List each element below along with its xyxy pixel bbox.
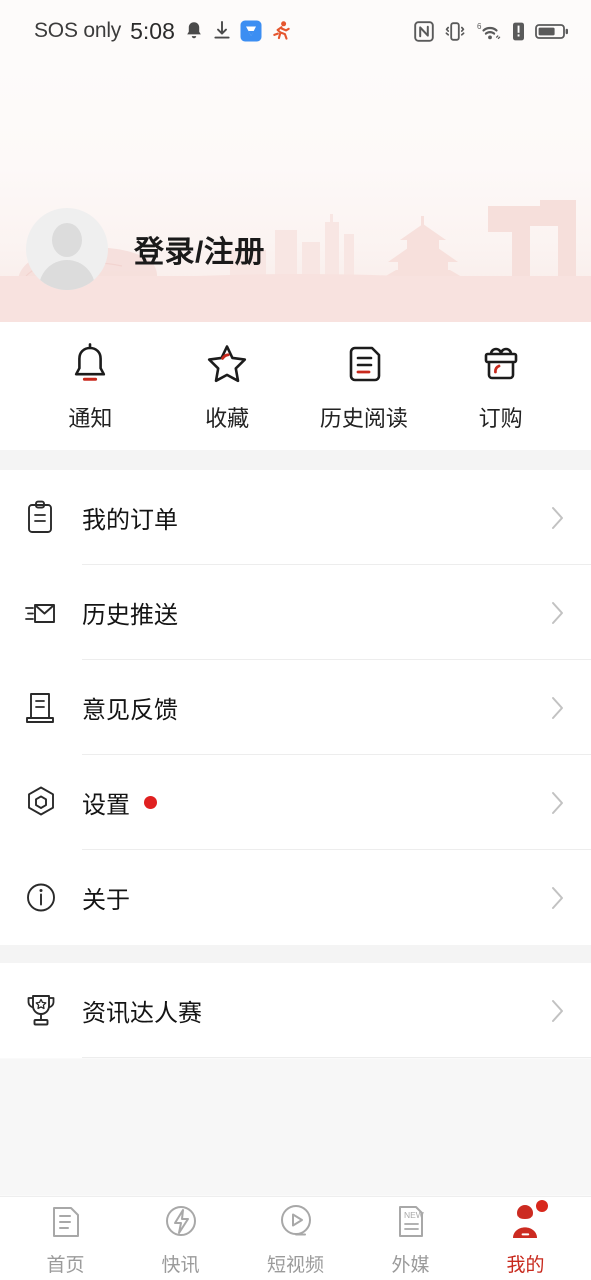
- menu-item-push-history[interactable]: 历史推送: [0, 565, 591, 660]
- flash-circle-icon: [162, 1201, 200, 1243]
- section-gap-1: [0, 450, 591, 470]
- quick-actions-bar: 通知 收藏 历史阅读 订购: [0, 322, 591, 450]
- tab-home[interactable]: 首页: [14, 1201, 118, 1277]
- app-badge-icon: [240, 20, 262, 42]
- quick-action-subscription[interactable]: 订购: [441, 340, 561, 433]
- signal-alert-icon: [513, 22, 524, 40]
- running-icon: [273, 21, 290, 40]
- home-document-icon: [48, 1201, 84, 1243]
- menu-item-label: 历史推送: [82, 602, 178, 629]
- menu-item-label: 意见反馈: [82, 697, 178, 724]
- chevron-right-icon: [547, 885, 569, 911]
- svg-text:NEW: NEW: [404, 1210, 424, 1220]
- page-empty-area: [0, 1059, 591, 1195]
- status-bar: SOS only 5:08 6: [0, 0, 591, 62]
- tab-foreign-media[interactable]: NEW 外媒: [359, 1201, 463, 1277]
- bell-icon: [67, 340, 113, 388]
- settings-badge-dot: [144, 796, 157, 809]
- menu-item-settings[interactable]: 设置: [0, 755, 591, 850]
- info-circle-icon: [24, 880, 82, 916]
- tab-label: 外媒: [391, 1254, 430, 1276]
- feedback-document-icon: [24, 690, 82, 726]
- wifi6-icon: 6: [477, 22, 501, 39]
- login-register-label: 登录/注册: [134, 236, 265, 269]
- battery-icon: [535, 23, 568, 39]
- vibrate-icon: [445, 21, 465, 41]
- quick-action-label: 订购: [478, 405, 523, 431]
- status-bar-left: SOS only 5:08: [34, 18, 291, 45]
- play-circle-icon: [277, 1201, 315, 1243]
- menu-item-label: 我的订单: [82, 507, 178, 534]
- default-avatar-icon[interactable]: [26, 208, 108, 290]
- quick-action-favorites[interactable]: 收藏: [167, 340, 287, 433]
- section-gap-2: [0, 945, 591, 963]
- tab-label: 我的: [506, 1254, 545, 1276]
- chevron-right-icon: [547, 998, 569, 1024]
- chevron-right-icon: [547, 505, 569, 531]
- tab-my-profile[interactable]: 我的: [474, 1199, 578, 1277]
- trophy-icon: [24, 992, 82, 1030]
- gift-icon: [477, 340, 525, 388]
- clock-label: 5:08: [130, 17, 175, 44]
- chevron-right-icon: [547, 790, 569, 816]
- quick-action-label: 通知: [68, 405, 113, 431]
- menu-item-label: 设置: [82, 785, 547, 820]
- profile-person-icon: [506, 1199, 548, 1243]
- quick-action-label: 历史阅读: [319, 405, 408, 431]
- avatar-body: [39, 260, 95, 290]
- tab-label: 首页: [46, 1254, 85, 1276]
- nfc-icon: [414, 20, 434, 42]
- tab-short-video[interactable]: 短视频: [244, 1201, 348, 1277]
- carrier-label: SOS only: [34, 19, 122, 42]
- chevron-right-icon: [547, 600, 569, 626]
- document-lines-icon: [342, 340, 386, 388]
- menu-item-feedback[interactable]: 意见反馈: [0, 660, 591, 755]
- menu-item-about[interactable]: 关于: [0, 850, 591, 945]
- star-icon: [203, 340, 251, 388]
- profile-header: 登录/注册: [0, 62, 591, 322]
- menu-item-news-expert-contest[interactable]: 资讯达人赛: [0, 963, 591, 1058]
- my-profile-screen: SOS only 5:08 6 登录/注册 通知 收藏 历史阅读 订购 我的订单…: [0, 0, 591, 1280]
- svg-text:6: 6: [477, 22, 482, 31]
- menu-item-label: 关于: [82, 887, 130, 914]
- new-document-icon: NEW: [393, 1201, 429, 1243]
- bell-icon: [187, 22, 201, 39]
- settings-hexagon-icon: [24, 785, 82, 821]
- chevron-right-icon: [547, 695, 569, 721]
- profile-badge-dot: [535, 1199, 548, 1212]
- quick-action-label: 收藏: [205, 405, 250, 431]
- download-icon: [214, 21, 230, 39]
- bottom-tab-bar: 首页 快讯 短视频 NEW 外媒 我的: [0, 1196, 591, 1280]
- menu-group-primary: 我的订单 历史推送 意见反馈 设置 关于: [0, 470, 591, 945]
- menu-group-secondary: 资讯达人赛: [0, 963, 591, 1058]
- status-bar-right: 6: [414, 20, 569, 42]
- envelope-icon: [24, 595, 82, 631]
- tab-label: 快讯: [161, 1254, 200, 1276]
- menu-item-my-orders[interactable]: 我的订单: [0, 470, 591, 565]
- tab-flash-news[interactable]: 快讯: [129, 1201, 233, 1277]
- avatar-head: [52, 223, 82, 257]
- quick-action-notifications[interactable]: 通知: [30, 340, 150, 433]
- menu-item-label: 资讯达人赛: [82, 1000, 202, 1027]
- clipboard-icon: [24, 500, 82, 536]
- row-divider: [82, 1057, 591, 1058]
- login-register-button[interactable]: 登录/注册: [26, 208, 265, 290]
- tab-label: 短视频: [266, 1254, 324, 1276]
- quick-action-reading-history[interactable]: 历史阅读: [304, 340, 424, 433]
